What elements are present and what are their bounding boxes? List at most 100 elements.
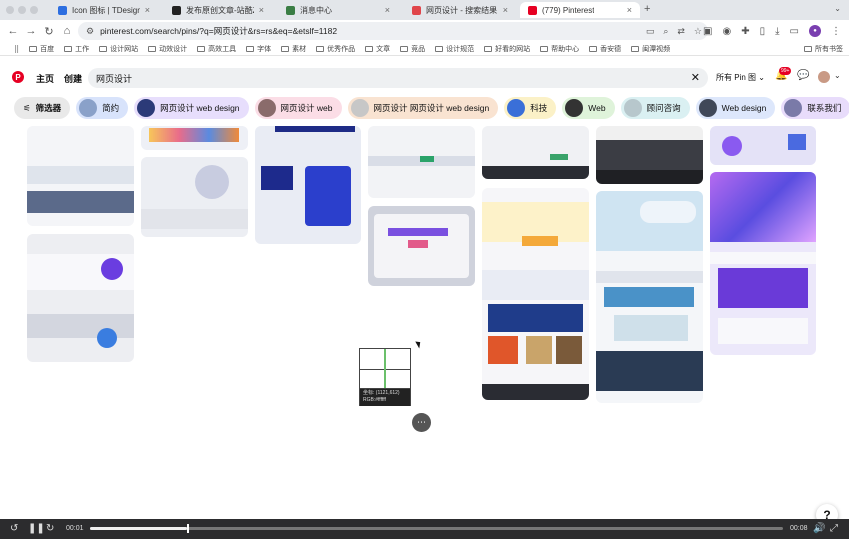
puzzle-icon[interactable]: ✚ <box>741 26 749 37</box>
tab-close-icon[interactable]: × <box>503 5 508 15</box>
reload-icon[interactable]: ↻ <box>40 25 58 38</box>
install-icon[interactable]: ▭ <box>646 26 655 37</box>
search-chip[interactable]: 网页设计 web design <box>134 97 249 119</box>
search-chip[interactable]: Web <box>562 97 615 119</box>
pin-card[interactable] <box>482 126 589 179</box>
window-minimize-dot[interactable] <box>18 6 26 14</box>
browser-tab[interactable]: (779) Pinterest × <box>520 2 640 18</box>
all-bookmarks[interactable]: 所有书签 <box>804 44 843 54</box>
download-icon[interactable]: ⤓ <box>775 26 779 37</box>
browser-tab[interactable]: 发布原创文章-站酷ZCOOL × <box>164 2 272 18</box>
browser-tab[interactable]: Icon 图标 | TDesign × <box>50 2 158 18</box>
forward-icon[interactable]: → <box>22 25 40 37</box>
tab-close-icon[interactable]: × <box>627 5 632 15</box>
bookmark-item[interactable]: 高效工具 <box>197 44 236 54</box>
volume-icon[interactable]: 🔊 <box>813 523 825 534</box>
tab-favicon-icon <box>58 5 67 15</box>
pin-card[interactable] <box>255 126 361 244</box>
tab-close-icon[interactable]: × <box>145 5 150 15</box>
home-icon[interactable]: ⌂ <box>58 25 76 37</box>
translate-icon[interactable]: ⇄ <box>677 26 685 37</box>
folder-icon <box>316 45 325 52</box>
tab-close-icon[interactable]: × <box>385 5 390 15</box>
pin-card[interactable] <box>141 126 248 150</box>
apps-grid-icon[interactable]: ⣿ <box>14 45 19 53</box>
pin-card[interactable] <box>710 126 816 165</box>
window-zoom-dot[interactable] <box>30 6 38 14</box>
search-chip[interactable]: 联系我们 <box>781 97 849 119</box>
color-picker-info: 坐标: (1121,612) RGB:#ffffff <box>360 389 410 406</box>
pin-card[interactable] <box>27 234 134 362</box>
browser-tab[interactable]: 消息中心 × <box>278 2 398 18</box>
browser-menu-icon[interactable]: ⋮ <box>831 26 841 37</box>
bookmark-item[interactable]: 设计网站 <box>99 44 138 54</box>
tab-close-icon[interactable]: × <box>259 5 264 15</box>
pinterest-logo[interactable]: P <box>12 71 24 83</box>
bookmark-item[interactable]: 字体 <box>246 44 271 54</box>
search-chip[interactable]: Web design <box>695 97 776 119</box>
bookmark-star-icon[interactable]: ☆ <box>694 26 702 37</box>
pin-card[interactable] <box>596 126 703 184</box>
site-info-icon[interactable]: ⚙ <box>86 26 94 37</box>
bookmark-item[interactable]: 素材 <box>281 44 306 54</box>
address-bar[interactable]: ⚙ pinterest.com/search/pins/?q=网页设计&rs=r… <box>78 22 708 40</box>
pin-card[interactable] <box>141 157 248 237</box>
seek-bar-progress <box>90 527 188 530</box>
new-tab-button[interactable]: + <box>644 3 650 15</box>
pin-card[interactable] <box>482 188 589 400</box>
search-chip[interactable]: 网页设计 网页设计 web design <box>347 97 499 119</box>
sidebar-icon[interactable]: ▯ <box>760 26 766 37</box>
extension-2-icon[interactable]: ◉ <box>722 26 731 37</box>
bookmark-item[interactable]: 工作 <box>64 44 89 54</box>
tab-search-chevron-icon[interactable]: ⌄ <box>834 4 841 13</box>
pin-card[interactable] <box>710 172 816 355</box>
rewind-icon[interactable]: ↺ <box>10 523 18 534</box>
pin-type-dropdown[interactable]: 所有 Pin 图 ⌄ <box>716 72 765 83</box>
clear-search-icon[interactable]: ✕ <box>691 71 700 84</box>
search-chip[interactable]: 网页设计 web <box>254 97 342 119</box>
folder-icon <box>281 45 290 52</box>
profile-avatar[interactable]: ● <box>809 25 821 37</box>
bookmark-item[interactable]: 好看的网站 <box>484 44 530 54</box>
bookmark-item[interactable]: 设计规范 <box>435 44 474 54</box>
bookmark-item[interactable]: 香安德 <box>589 44 621 54</box>
nav-home[interactable]: 主页 <box>36 72 54 85</box>
bookmark-item[interactable]: 百度 <box>29 44 54 54</box>
pin-card[interactable] <box>368 126 475 198</box>
search-input[interactable]: 网页设计 ✕ <box>88 68 708 88</box>
pin-card[interactable] <box>368 206 475 286</box>
split-view-icon[interactable]: ▭ <box>790 26 799 37</box>
bookmark-item[interactable]: 优秀作品 <box>316 44 355 54</box>
fullscreen-icon[interactable]: ⤢ <box>830 523 838 534</box>
browser-tab[interactable]: 网页设计 - 搜索结果 - 花瓣 × <box>404 2 516 18</box>
bookmark-label: 百度 <box>40 45 55 53</box>
extension-icon[interactable]: ▣ <box>703 26 712 37</box>
search-chip[interactable]: 简约 <box>76 97 129 119</box>
zoom-icon[interactable]: ⌕ <box>663 26 668 37</box>
coordinate-readout: 坐标: (1121,612) <box>363 390 400 396</box>
filters-button[interactable]: ⚟ 筛选器 <box>14 97 71 119</box>
seek-bar-handle[interactable] <box>187 524 190 533</box>
bookmark-item[interactable]: 文章 <box>365 44 390 54</box>
bookmark-item[interactable]: 动效设计 <box>148 44 187 54</box>
bookmark-item[interactable]: 帮助中心 <box>540 44 579 54</box>
pause-icon[interactable]: ❚❚ <box>28 523 45 534</box>
search-chip[interactable]: 顾问咨询 <box>620 97 690 119</box>
messages-icon[interactable]: 💬 <box>797 70 809 81</box>
seek-bar[interactable] <box>90 524 783 533</box>
folder-icon <box>589 45 598 52</box>
nav-create[interactable]: 创建 <box>64 72 82 85</box>
chip-thumbnail <box>507 99 526 117</box>
share-icon[interactable]: ⋯ <box>412 413 431 432</box>
forward-icon[interactable]: ↻ <box>46 523 54 534</box>
tab-favicon-icon <box>172 5 181 15</box>
user-avatar[interactable] <box>818 71 830 83</box>
window-close-dot[interactable] <box>6 6 14 14</box>
bookmark-item[interactable]: 闽潭视频 <box>631 44 670 54</box>
search-chip[interactable]: 科技 <box>504 97 557 119</box>
bookmark-item[interactable]: 竞品 <box>400 44 425 54</box>
account-chevron-icon[interactable]: ⌄ <box>834 71 841 80</box>
pin-card[interactable] <box>27 126 134 226</box>
pin-card[interactable] <box>596 191 703 403</box>
back-icon[interactable]: ← <box>4 25 22 37</box>
